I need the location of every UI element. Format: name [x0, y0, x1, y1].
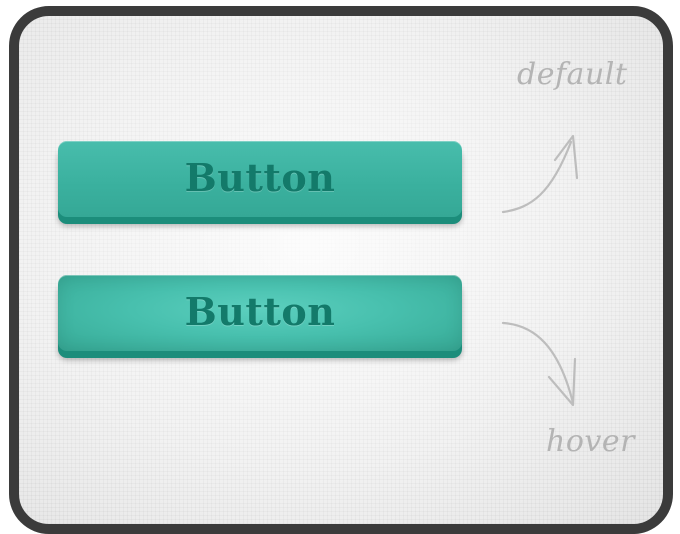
curved-arrow-up-icon	[501, 134, 579, 214]
button-default-label: Button	[184, 154, 336, 200]
button-hover-state[interactable]: Button	[58, 275, 462, 351]
annotation-hover-label: hover	[546, 424, 635, 459]
curved-arrow-down-icon	[501, 321, 577, 407]
showcase-frame: Button Button default hover	[9, 6, 673, 534]
button-default-state[interactable]: Button	[58, 141, 462, 217]
annotation-default-label: default	[517, 57, 628, 92]
button-hover-label: Button	[184, 288, 336, 334]
